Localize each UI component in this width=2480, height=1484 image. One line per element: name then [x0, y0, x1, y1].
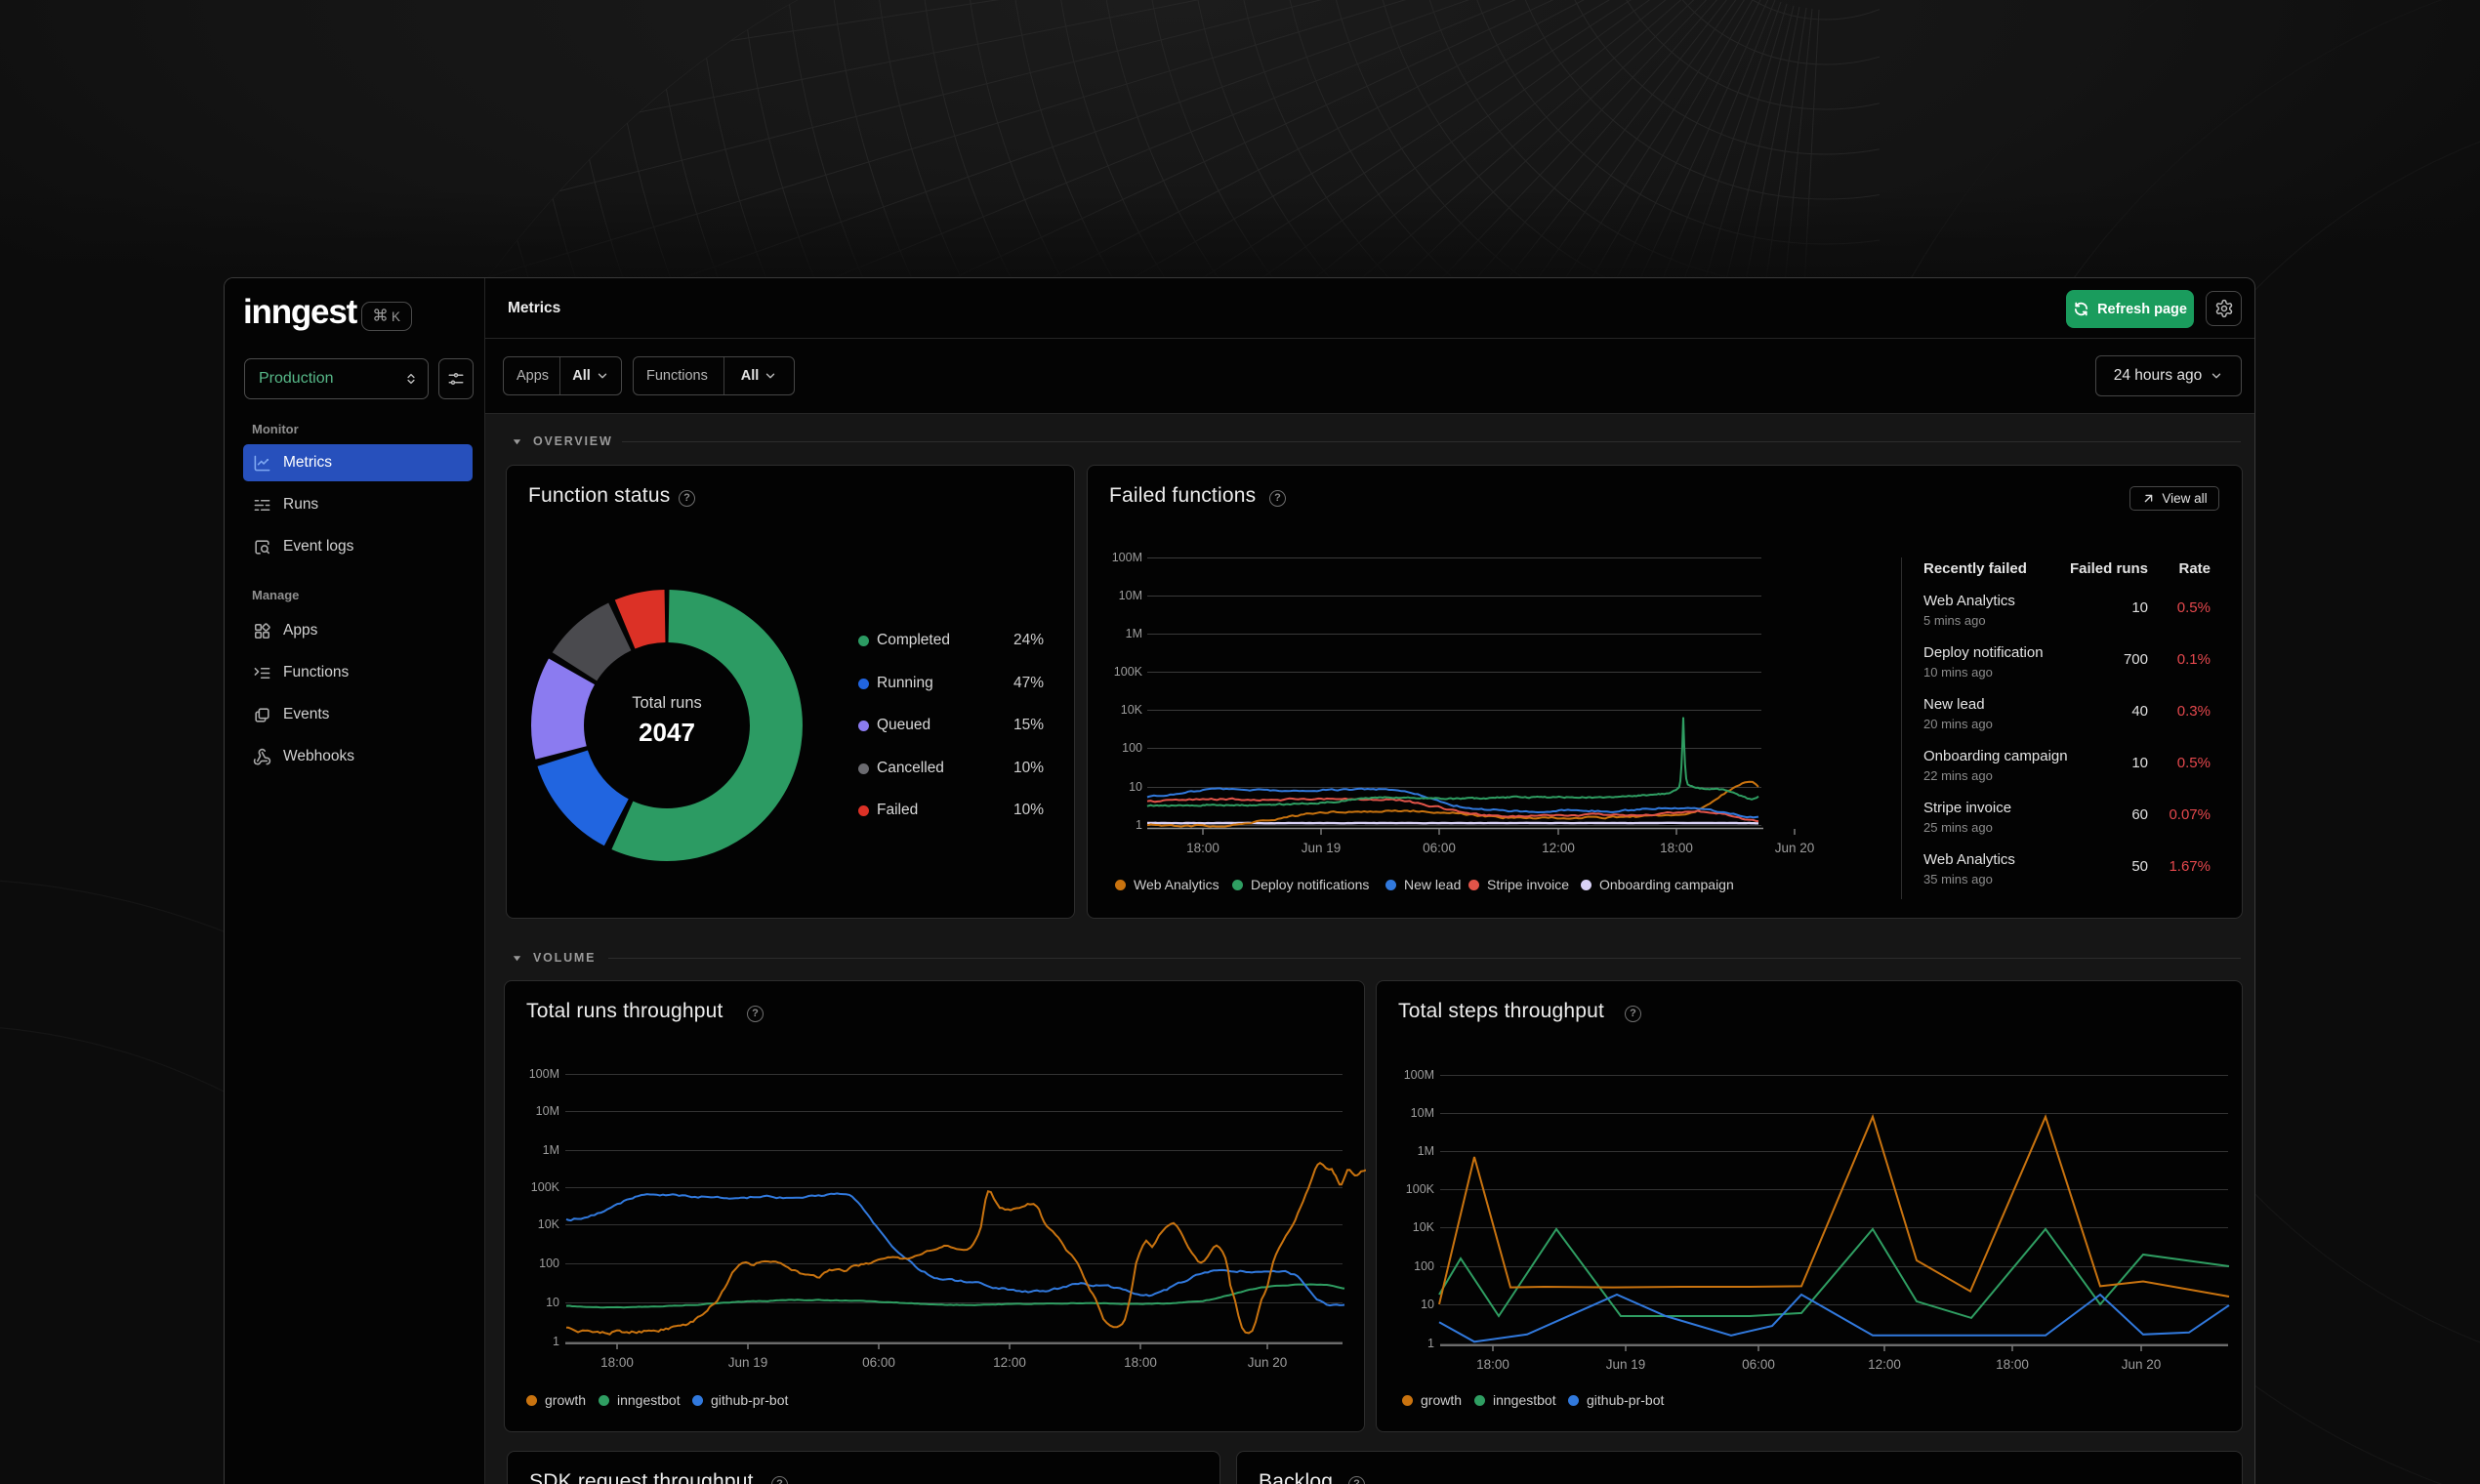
svg-text:Total runs: Total runs: [632, 694, 702, 712]
svg-text:12:00: 12:00: [1868, 1357, 1901, 1372]
svg-text:06:00: 06:00: [862, 1355, 895, 1370]
svg-text:10: 10: [1421, 1298, 1434, 1311]
svg-text:100K: 100K: [531, 1180, 560, 1194]
svg-text:Jun 19: Jun 19: [1302, 841, 1342, 855]
svg-text:1M: 1M: [1418, 1144, 1434, 1158]
svg-text:Jun 19: Jun 19: [728, 1355, 768, 1370]
svg-text:18:00: 18:00: [600, 1355, 634, 1370]
svg-text:100M: 100M: [529, 1067, 559, 1081]
svg-text:06:00: 06:00: [1742, 1357, 1775, 1372]
svg-text:12:00: 12:00: [993, 1355, 1026, 1370]
svg-text:1: 1: [1427, 1337, 1434, 1350]
svg-text:10K: 10K: [1121, 703, 1143, 717]
svg-text:100M: 100M: [1404, 1068, 1434, 1082]
svg-text:10: 10: [546, 1296, 559, 1309]
svg-text:100: 100: [539, 1257, 559, 1270]
svg-text:100K: 100K: [1406, 1182, 1435, 1196]
svg-text:18:00: 18:00: [1996, 1357, 2029, 1372]
svg-text:100: 100: [1414, 1259, 1434, 1273]
svg-text:Jun 20: Jun 20: [1775, 841, 1815, 855]
svg-text:1: 1: [1136, 818, 1142, 832]
svg-text:10M: 10M: [536, 1104, 559, 1118]
svg-text:18:00: 18:00: [1476, 1357, 1509, 1372]
svg-text:18:00: 18:00: [1660, 841, 1693, 855]
svg-text:06:00: 06:00: [1423, 841, 1456, 855]
svg-text:10: 10: [1129, 780, 1142, 794]
svg-text:10K: 10K: [1413, 1220, 1435, 1234]
svg-text:1M: 1M: [543, 1143, 559, 1157]
svg-text:100: 100: [1122, 741, 1142, 755]
svg-text:10M: 10M: [1411, 1106, 1434, 1120]
svg-text:100K: 100K: [1114, 665, 1143, 679]
svg-text:Jun 19: Jun 19: [1606, 1357, 1646, 1372]
svg-text:10M: 10M: [1119, 589, 1142, 602]
svg-text:1: 1: [553, 1335, 559, 1348]
svg-text:10K: 10K: [538, 1217, 560, 1231]
svg-text:18:00: 18:00: [1124, 1355, 1157, 1370]
svg-text:18:00: 18:00: [1186, 841, 1219, 855]
svg-text:Jun 20: Jun 20: [2122, 1357, 2162, 1372]
svg-text:100M: 100M: [1112, 551, 1142, 564]
svg-text:12:00: 12:00: [1542, 841, 1575, 855]
svg-text:Jun 20: Jun 20: [1248, 1355, 1288, 1370]
svg-text:2047: 2047: [639, 718, 695, 747]
svg-text:1M: 1M: [1126, 627, 1142, 640]
